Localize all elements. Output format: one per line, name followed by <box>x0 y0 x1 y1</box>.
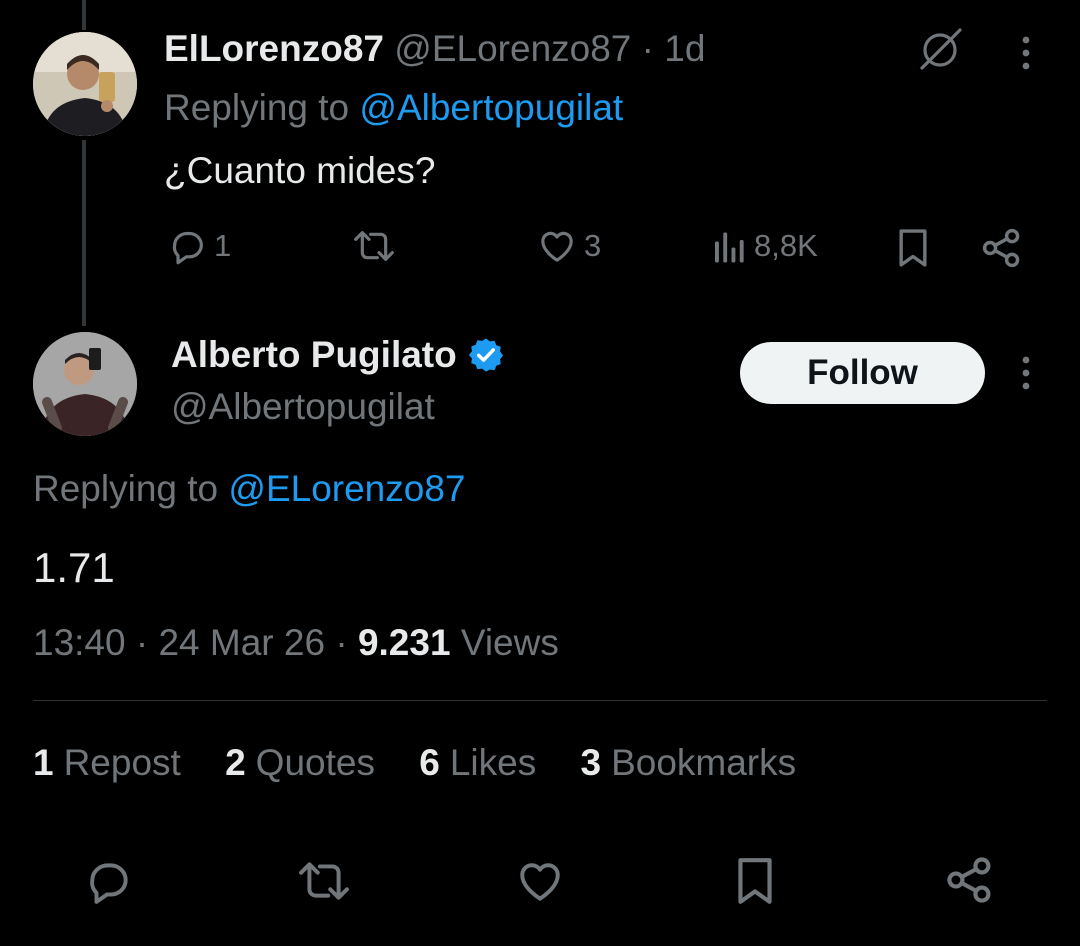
reply-icon <box>90 863 128 904</box>
views-count: 8,8K <box>754 228 818 263</box>
bookmark-icon <box>899 229 927 267</box>
main-views-label: Views <box>460 622 559 663</box>
main-share-button[interactable] <box>944 854 996 911</box>
main-views-count: 9.231 <box>357 622 451 663</box>
like-icon <box>541 231 573 262</box>
engagement-stats: 1 Repost 2 Quotes 6 Likes 3 Bookmarks <box>33 742 830 784</box>
reply-time-separator: · <box>641 28 654 69</box>
grok-icon[interactable] <box>916 26 964 79</box>
stat-likes[interactable]: 6 Likes <box>419 742 536 784</box>
reply-bookmark-button[interactable] <box>894 226 932 270</box>
main-bookmark-button[interactable] <box>732 854 778 913</box>
reply-repost-button[interactable] <box>352 226 396 266</box>
share-icon <box>982 228 1020 268</box>
thread-line-connector <box>82 140 86 326</box>
main-more-icon[interactable] <box>1016 354 1036 399</box>
stat-bookmarks[interactable]: 3 Bookmarks <box>581 742 797 784</box>
divider <box>33 700 1047 701</box>
main-repost-button[interactable] <box>296 856 352 911</box>
reply-more-icon[interactable] <box>1016 34 1036 79</box>
follow-button[interactable]: Follow <box>740 342 985 404</box>
main-handle[interactable]: @Albertopugilat <box>171 386 435 428</box>
main-like-button[interactable] <box>514 856 566 911</box>
views-icon <box>715 232 744 263</box>
main-text: 1.71 <box>33 544 115 591</box>
reply-icon <box>172 231 203 265</box>
verified-badge-icon <box>468 338 503 372</box>
reply-share-button[interactable] <box>980 226 1024 270</box>
avatar-alberto[interactable] <box>33 332 137 436</box>
reply-time[interactable]: 1d <box>664 28 705 69</box>
repost-icon <box>299 862 349 900</box>
reply-replying-prefix: Replying to <box>164 87 350 128</box>
main-replying-handle-link[interactable]: @ELorenzo87 <box>228 468 465 509</box>
like-count: 3 <box>584 228 602 263</box>
main-timestamp[interactable]: 13:40 · 24 Mar 26 · <box>33 622 348 663</box>
like-icon <box>520 863 560 901</box>
reply-replying-handle-link[interactable]: @Albertopugilat <box>359 87 623 128</box>
main-display-name[interactable]: Alberto Pugilato <box>171 334 457 376</box>
bookmark-icon <box>738 858 772 904</box>
avatar-ellorenzo[interactable] <box>33 32 137 136</box>
reply-count: 1 <box>214 228 232 263</box>
thread-line-top <box>82 0 86 30</box>
stat-reposts[interactable]: 1 Repost <box>33 742 181 784</box>
stat-quotes[interactable]: 2 Quotes <box>225 742 375 784</box>
reply-display-name[interactable]: ElLorenzo87 <box>164 28 384 69</box>
main-reply-button[interactable] <box>84 856 134 911</box>
reply-like-button[interactable]: 3 <box>536 226 601 266</box>
reply-views-button[interactable]: 8,8K <box>712 226 818 266</box>
reply-handle[interactable]: @ELorenzo87 <box>394 28 631 69</box>
reply-text: ¿Cuanto mides? <box>164 150 436 191</box>
share-icon <box>947 857 991 903</box>
reply-reply-button[interactable]: 1 <box>168 226 231 266</box>
main-replying-prefix: Replying to <box>33 468 219 509</box>
repost-icon <box>354 231 394 261</box>
